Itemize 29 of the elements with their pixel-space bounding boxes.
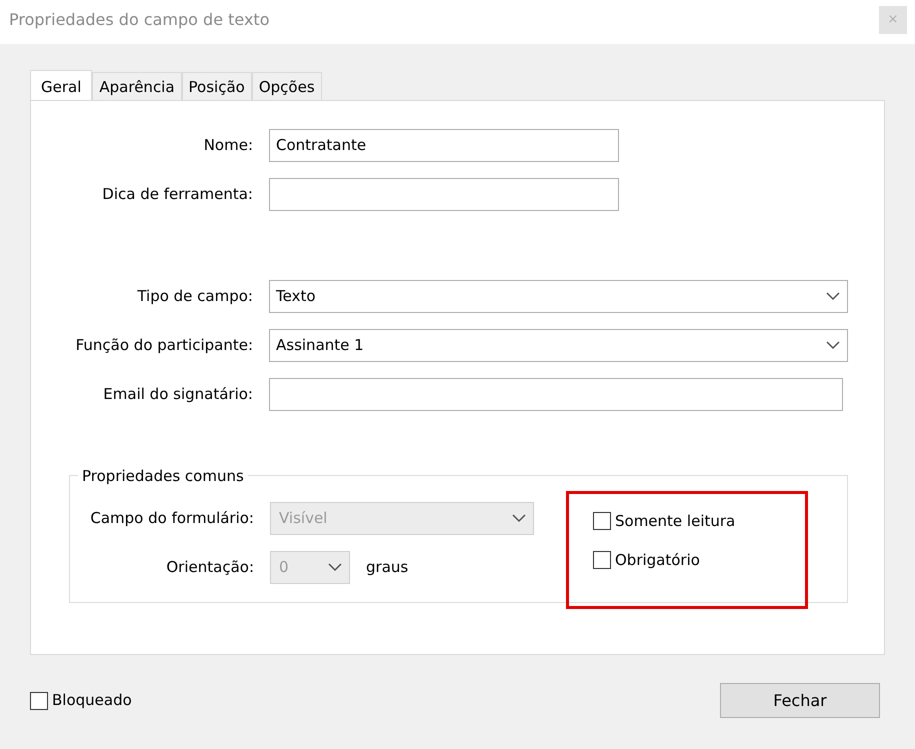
checkbox-label: Obrigatório — [615, 550, 700, 570]
chevron-down-icon — [826, 341, 840, 350]
field-label: Tipo de campo: — [136, 286, 254, 308]
close-button[interactable]: Fechar — [720, 683, 880, 718]
tab[interactable]: Aparência — [92, 72, 182, 100]
checkbox[interactable] — [593, 512, 611, 530]
tab[interactable]: Opções — [252, 72, 322, 100]
field-label: Nome: — [202, 135, 254, 156]
field-label: Campo do formulário: — [89, 508, 255, 530]
tab[interactable]: Geral — [30, 70, 92, 100]
chevron-down-icon — [826, 292, 840, 301]
tab[interactable]: Posição — [182, 72, 252, 100]
dropdown[interactable]: Assinante 1 — [269, 329, 848, 362]
field-label: Email do signatário: — [102, 384, 254, 406]
unit-label: graus — [366, 557, 408, 578]
checkbox-label: Bloqueado — [52, 690, 132, 712]
window-title: Propriedades do campo de texto — [9, 9, 270, 31]
field-label: Função do participante: — [74, 335, 254, 356]
checkbox[interactable] — [30, 692, 48, 710]
chevron-down-icon — [328, 563, 342, 572]
input-field[interactable] — [269, 378, 843, 411]
input-field[interactable] — [269, 178, 619, 211]
input-field[interactable]: Contratante — [269, 129, 619, 162]
field-label: Dica de ferramenta: — [101, 184, 254, 206]
chevron-down-icon — [512, 514, 526, 523]
field-label: Orientação: — [165, 557, 255, 578]
dropdown[interactable]: Texto — [269, 280, 848, 313]
checkbox-label: Somente leitura — [615, 511, 736, 532]
checkbox[interactable] — [593, 550, 611, 569]
